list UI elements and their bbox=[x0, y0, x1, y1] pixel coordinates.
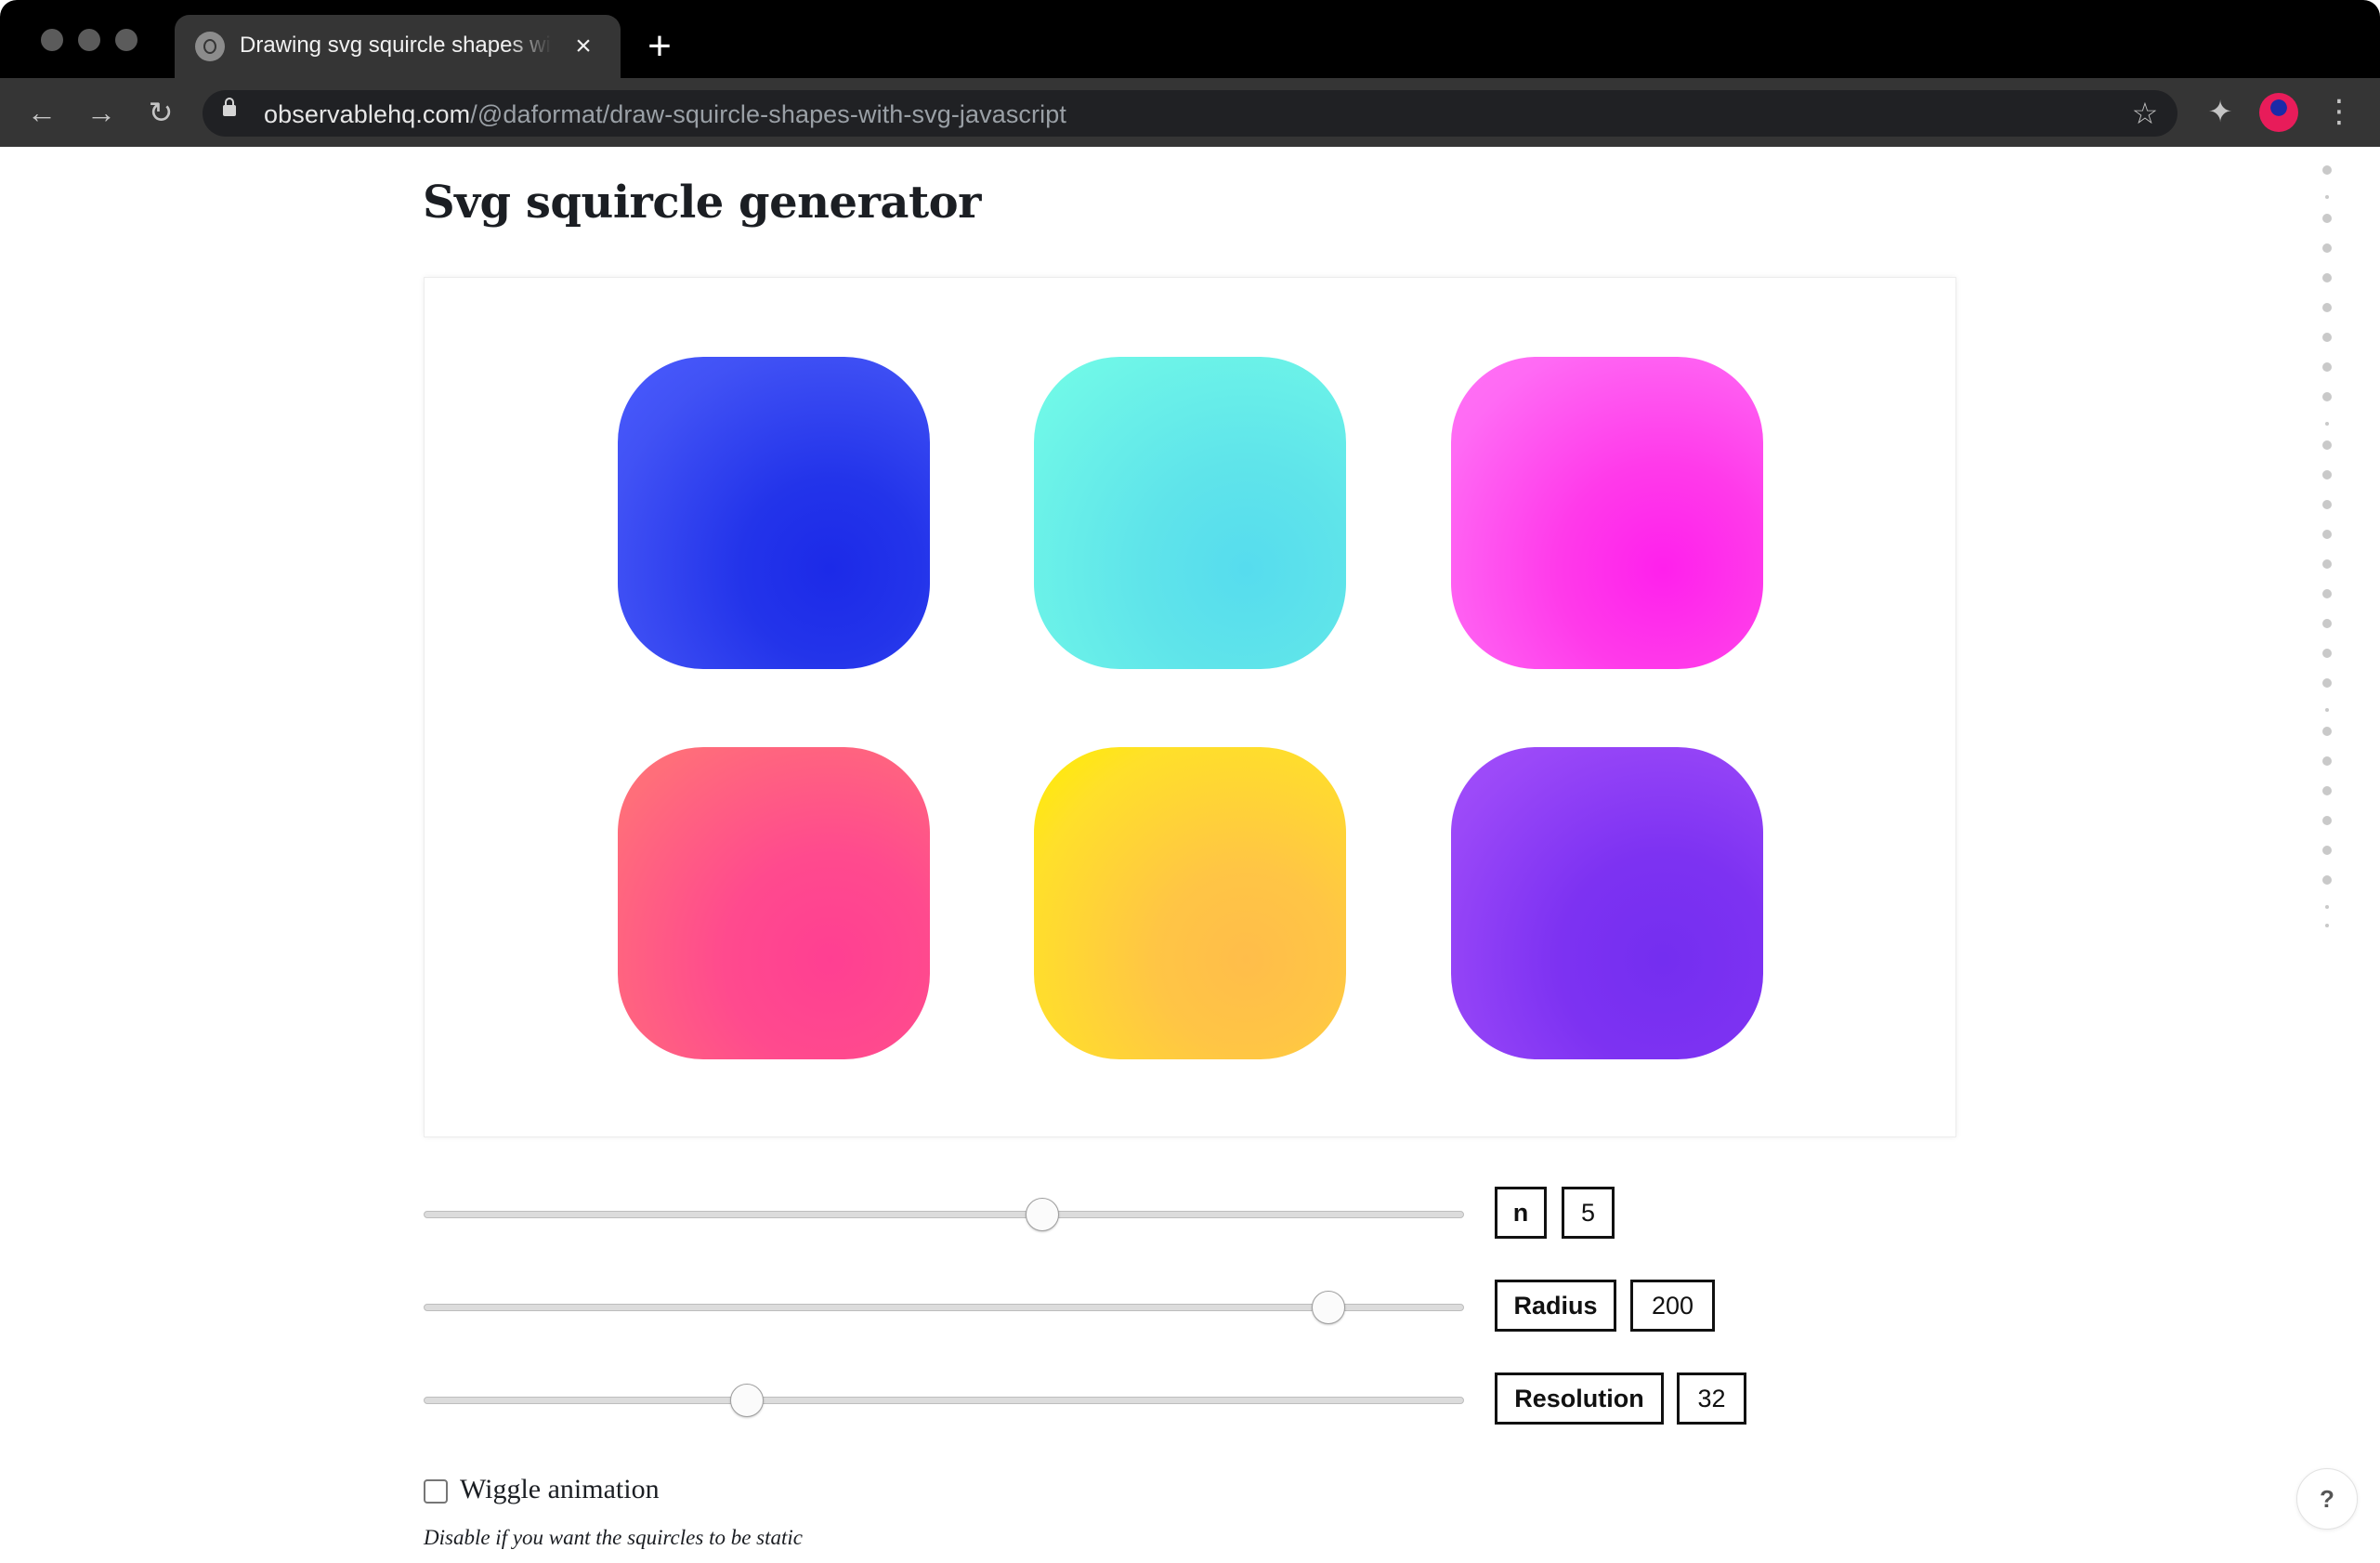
back-arrow-icon[interactable]: ← bbox=[22, 93, 61, 132]
squircle-magenta bbox=[1451, 357, 1763, 669]
squircle-cyan bbox=[1034, 357, 1346, 669]
url-text[interactable]: observablehq.com/@daformat/draw-squircle… bbox=[264, 100, 1066, 129]
minimap-dot[interactable] bbox=[2322, 727, 2332, 736]
n-slider-thumb[interactable] bbox=[1026, 1198, 1060, 1231]
minimap-dot[interactable] bbox=[2322, 362, 2332, 372]
squircle-yellow bbox=[1034, 747, 1346, 1059]
close-tab-icon[interactable]: × bbox=[567, 30, 600, 63]
wiggle-note: Disable if you want the squircles to be … bbox=[424, 1526, 803, 1549]
squircle-blue bbox=[618, 357, 930, 669]
new-tab-button[interactable]: + bbox=[641, 26, 678, 67]
minimap-dot[interactable] bbox=[2322, 392, 2332, 401]
n-value: 5 bbox=[1562, 1187, 1615, 1239]
browser-toolbar: ← → ↻ observablehq.com/@daformat/draw-sq… bbox=[0, 78, 2380, 147]
minimap-dot[interactable] bbox=[2322, 649, 2332, 658]
tab-title: Drawing svg squircle shapes with svg and… bbox=[240, 33, 552, 58]
tab-bar: Drawing svg squircle shapes with svg and… bbox=[0, 0, 2380, 78]
bookmark-star-icon[interactable]: ☆ bbox=[2129, 98, 2161, 129]
minimap-dot[interactable] bbox=[2325, 708, 2329, 712]
zoom-window-button[interactable] bbox=[115, 29, 137, 51]
reload-icon[interactable]: ↻ bbox=[141, 93, 180, 132]
url-path: /@daformat/draw-squircle-shapes-with-svg… bbox=[470, 100, 1066, 128]
minimap-dot[interactable] bbox=[2322, 786, 2332, 795]
squircle-violet bbox=[1451, 747, 1763, 1059]
cell-minimap[interactable] bbox=[2319, 165, 2335, 927]
wiggle-animation-label[interactable]: Wiggle animation bbox=[460, 1474, 660, 1505]
browser-menu-icon[interactable]: ⋮ bbox=[2322, 93, 2356, 130]
address-bar[interactable]: observablehq.com/@daformat/draw-squircle… bbox=[203, 90, 2177, 137]
minimap-dot[interactable] bbox=[2325, 422, 2329, 426]
browser-window: Drawing svg squircle shapes with svg and… bbox=[0, 0, 2380, 1563]
minimap-dot[interactable] bbox=[2322, 273, 2332, 282]
url-host: observablehq.com bbox=[264, 100, 471, 128]
forward-arrow-icon[interactable]: → bbox=[82, 93, 121, 132]
minimap-dot[interactable] bbox=[2325, 195, 2329, 199]
radius-slider[interactable] bbox=[424, 1291, 1464, 1324]
close-window-button[interactable] bbox=[41, 29, 63, 51]
squircle-coral bbox=[618, 747, 930, 1059]
minimap-dot[interactable] bbox=[2322, 816, 2332, 825]
n-label: n bbox=[1495, 1187, 1547, 1239]
minimap-dot[interactable] bbox=[2325, 924, 2329, 927]
minimap-dot[interactable] bbox=[2322, 303, 2332, 312]
minimap-dot[interactable] bbox=[2322, 440, 2332, 450]
minimap-dot[interactable] bbox=[2322, 559, 2332, 569]
wiggle-animation-checkbox[interactable] bbox=[424, 1479, 448, 1504]
squircle-canvas bbox=[424, 277, 1956, 1137]
minimap-dot[interactable] bbox=[2322, 500, 2332, 509]
minimap-dot[interactable] bbox=[2322, 678, 2332, 688]
minimap-dot[interactable] bbox=[2322, 875, 2332, 885]
radius-value: 200 bbox=[1630, 1280, 1715, 1332]
profile-avatar[interactable] bbox=[2259, 93, 2298, 132]
resolution-value: 32 bbox=[1677, 1373, 1746, 1425]
minimap-dot[interactable] bbox=[2322, 333, 2332, 342]
active-tab[interactable]: Drawing svg squircle shapes with svg and… bbox=[175, 15, 621, 78]
minimap-dot[interactable] bbox=[2322, 165, 2332, 175]
minimap-dot[interactable] bbox=[2322, 243, 2332, 253]
minimap-dot[interactable] bbox=[2322, 530, 2332, 539]
minimap-dot[interactable] bbox=[2325, 905, 2329, 909]
minimap-dot[interactable] bbox=[2322, 214, 2332, 223]
resolution-label: Resolution bbox=[1495, 1373, 1664, 1425]
minimize-window-button[interactable] bbox=[78, 29, 100, 51]
lock-icon bbox=[223, 98, 236, 116]
minimap-dot[interactable] bbox=[2322, 619, 2332, 628]
minimap-dot[interactable] bbox=[2322, 756, 2332, 766]
radius-slider-thumb[interactable] bbox=[1311, 1291, 1345, 1324]
minimap-dot[interactable] bbox=[2322, 589, 2332, 598]
radius-label: Radius bbox=[1495, 1280, 1616, 1332]
resolution-slider[interactable] bbox=[424, 1384, 1464, 1417]
n-slider[interactable] bbox=[424, 1198, 1464, 1231]
help-button[interactable]: ? bbox=[2296, 1468, 2358, 1530]
minimap-dot[interactable] bbox=[2322, 846, 2332, 855]
extensions-puzzle-icon[interactable]: ✦ bbox=[2202, 93, 2239, 130]
minimap-dot[interactable] bbox=[2322, 470, 2332, 479]
resolution-slider-thumb[interactable] bbox=[729, 1384, 764, 1417]
observable-favicon-icon bbox=[195, 32, 225, 61]
page-title: Svg squircle generator bbox=[423, 177, 981, 229]
